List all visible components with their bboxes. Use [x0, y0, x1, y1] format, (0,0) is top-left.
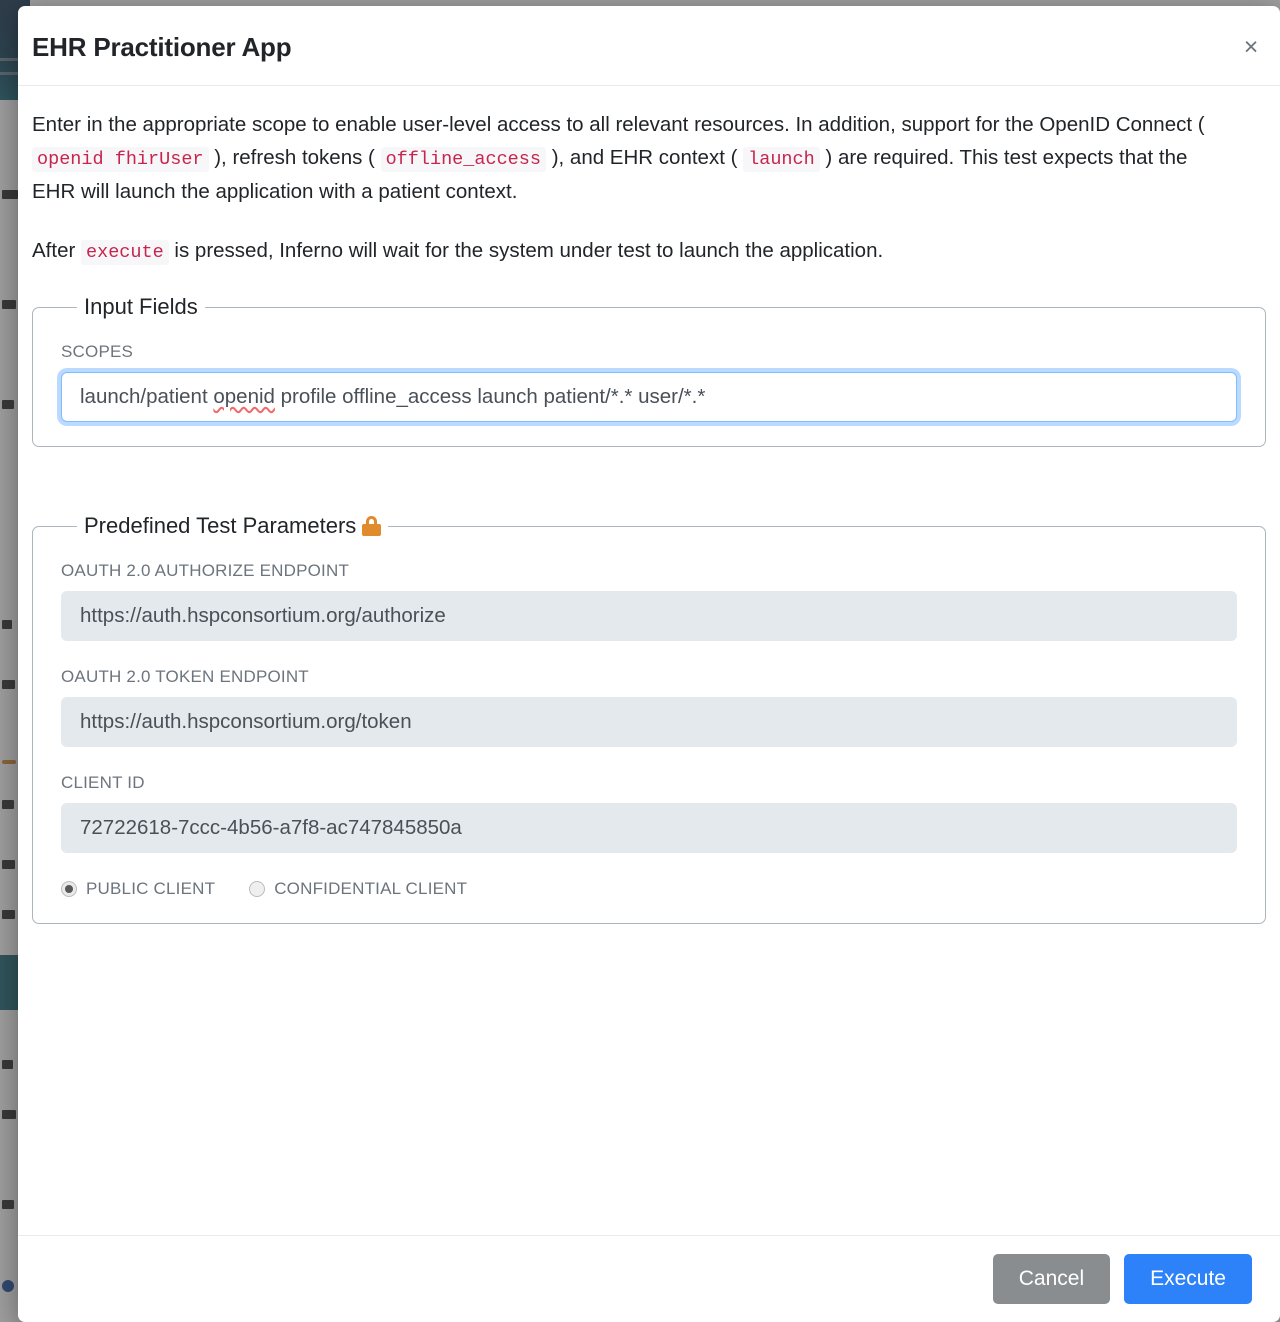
scopes-value-suffix: profile offline_access launch patient/*.…	[274, 385, 706, 409]
authorize-endpoint-input	[61, 591, 1237, 642]
radio-public-client[interactable]: PUBLIC CLIENT	[61, 879, 215, 899]
scopes-value-misspelled: openid	[213, 385, 275, 409]
radio-public-client-label: PUBLIC CLIENT	[86, 879, 216, 899]
input-fields-legend: Input Fields	[77, 294, 205, 320]
code-launch: launch	[743, 147, 820, 173]
radio-confidential-client-label: CONFIDENTIAL CLIENT	[274, 879, 468, 899]
code-execute: execute	[81, 240, 169, 266]
client-id-label: CLIENT ID	[61, 773, 145, 793]
desc-text: ), and EHR context (	[546, 146, 744, 170]
scopes-input[interactable]: launch/patient openid profile offline_ac…	[61, 372, 1237, 423]
dialog-header: EHR Practitioner App ×	[18, 6, 1280, 86]
description-paragraph-1: Enter in the appropriate scope to enable…	[32, 108, 1207, 208]
desc-text: After	[32, 239, 81, 263]
desc-text: ), refresh tokens (	[208, 146, 381, 170]
token-endpoint-input	[61, 697, 1237, 748]
predefined-parameters-legend-text: Predefined Test Parameters	[84, 513, 357, 539]
close-icon[interactable]: ×	[1236, 32, 1266, 62]
radio-public-client-mark[interactable]	[61, 881, 77, 898]
cancel-button[interactable]: Cancel	[992, 1254, 1111, 1304]
desc-text: is pressed, Inferno will wait for the sy…	[168, 239, 884, 263]
description-paragraph-2: After execute is pressed, Inferno will w…	[32, 234, 1207, 268]
radio-confidential-client[interactable]: CONFIDENTIAL CLIENT	[249, 879, 467, 899]
scopes-label: SCOPES	[61, 342, 134, 362]
authorize-endpoint-label: OAUTH 2.0 AUTHORIZE ENDPOINT	[61, 561, 350, 581]
authorize-endpoint-field-group: OAUTH 2.0 AUTHORIZE ENDPOINT	[61, 561, 1237, 642]
client-type-radio-group: PUBLIC CLIENT CONFIDENTIAL CLIENT	[61, 879, 1237, 899]
scopes-value-prefix: launch/patient	[80, 385, 214, 409]
predefined-parameters-legend: Predefined Test Parameters	[77, 513, 388, 539]
token-endpoint-label: OAUTH 2.0 TOKEN ENDPOINT	[61, 667, 309, 687]
ehr-practitioner-app-dialog: EHR Practitioner App × Enter in the appr…	[18, 6, 1280, 1322]
input-fields-fieldset: Input Fields SCOPES launch/patient openi…	[32, 294, 1266, 448]
code-openid-fhiruser: openid fhirUser	[32, 147, 209, 173]
input-fields-legend-text: Input Fields	[84, 294, 198, 320]
client-id-field-group: CLIENT ID	[61, 773, 1237, 854]
client-id-input	[61, 803, 1237, 854]
desc-text: Enter in the appropriate scope to enable…	[32, 113, 1205, 136]
dialog-footer: Cancel Execute	[18, 1235, 1280, 1322]
scopes-field-group: SCOPES launch/patient openid profile off…	[61, 342, 1237, 423]
dialog-title: EHR Practitioner App	[32, 32, 292, 62]
code-offline-access: offline_access	[380, 147, 546, 173]
token-endpoint-field-group: OAUTH 2.0 TOKEN ENDPOINT	[61, 667, 1237, 748]
predefined-test-parameters-fieldset: Predefined Test Parameters OAUTH 2.0 AUT…	[32, 513, 1266, 925]
dialog-body: Enter in the appropriate scope to enable…	[18, 86, 1280, 1235]
lock-icon	[362, 515, 382, 537]
radio-confidential-client-mark[interactable]	[249, 881, 266, 898]
execute-button[interactable]: Execute	[1124, 1254, 1252, 1304]
